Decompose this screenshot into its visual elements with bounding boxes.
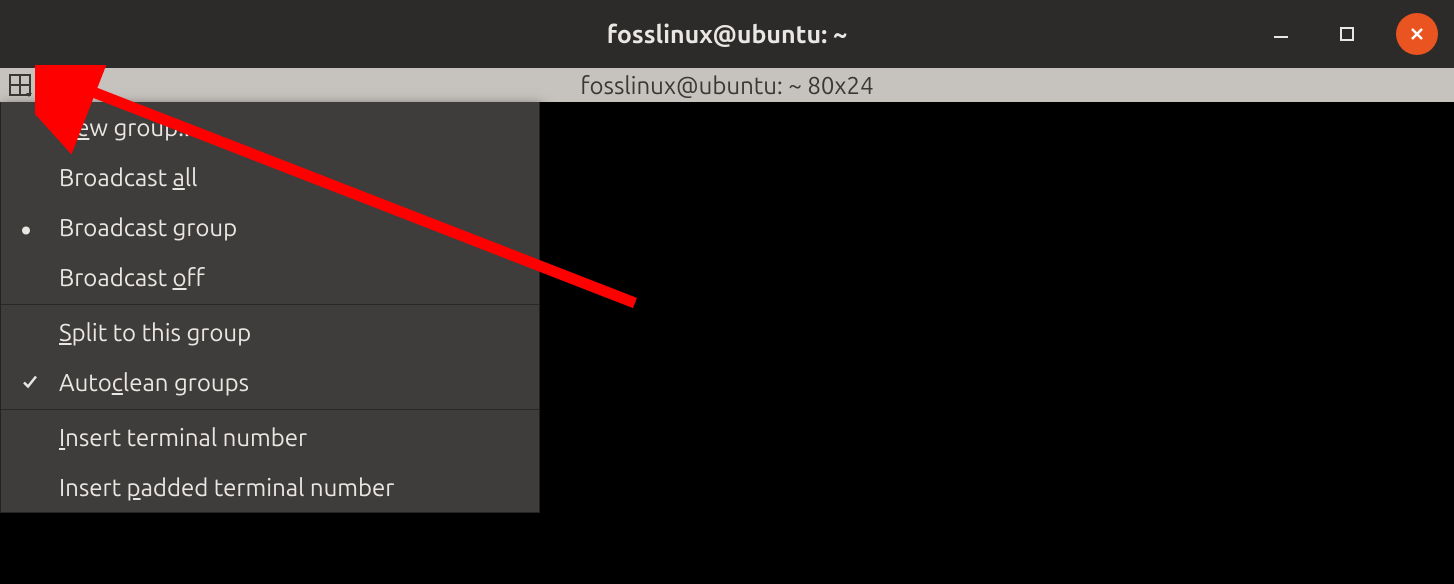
window-titlebar: fosslinux@ubuntu: ~ bbox=[0, 0, 1454, 68]
menu-item-insert-padded-terminal-number[interactable]: Insert padded terminal number bbox=[1, 462, 539, 512]
menu-item-new-group[interactable]: New group... bbox=[1, 102, 539, 152]
menu-item-label: Autoclean groups bbox=[59, 369, 249, 396]
close-icon bbox=[1408, 25, 1426, 43]
minimize-icon bbox=[1272, 25, 1290, 43]
menu-item-insert-terminal-number[interactable]: Insert terminal number bbox=[1, 412, 539, 462]
terminal-tab-title: fosslinux@ubuntu: ~ 80x24 bbox=[580, 72, 873, 99]
menu-item-broadcast-off[interactable]: Broadcast off bbox=[1, 252, 539, 302]
menu-item-label: Broadcast group bbox=[59, 214, 237, 241]
menu-item-label: Split to this group bbox=[59, 319, 251, 346]
menu-item-split-to-this-group[interactable]: Split to this group bbox=[1, 307, 539, 357]
close-button[interactable] bbox=[1396, 13, 1438, 55]
window-title: fosslinux@ubuntu: ~ bbox=[607, 20, 848, 48]
menu-item-label: Broadcast all bbox=[59, 164, 197, 191]
menu-item-label: New group... bbox=[59, 114, 196, 141]
terminal-group-button[interactable] bbox=[0, 68, 40, 102]
menu-item-broadcast-all[interactable]: Broadcast all bbox=[1, 152, 539, 202]
maximize-button[interactable] bbox=[1330, 17, 1364, 51]
menu-separator bbox=[1, 409, 539, 410]
menu-item-autoclean-groups[interactable]: Autoclean groups bbox=[1, 357, 539, 407]
radio-icon bbox=[21, 214, 31, 241]
maximize-icon bbox=[1338, 25, 1356, 43]
minimize-button[interactable] bbox=[1264, 17, 1298, 51]
menu-item-label: Broadcast off bbox=[59, 264, 205, 291]
menu-item-broadcast-group[interactable]: Broadcast group bbox=[1, 202, 539, 252]
menu-item-label: Insert padded terminal number bbox=[59, 474, 394, 501]
menu-separator bbox=[1, 304, 539, 305]
grid-icon bbox=[8, 73, 32, 97]
terminal-tab-bar: fosslinux@ubuntu: ~ 80x24 bbox=[0, 68, 1454, 102]
menu-item-label: Insert terminal number bbox=[59, 424, 307, 451]
check-icon bbox=[21, 369, 39, 396]
terminal-group-menu: New group... Broadcast all Broadcast group… bbox=[0, 102, 540, 513]
window-controls bbox=[1264, 13, 1438, 55]
